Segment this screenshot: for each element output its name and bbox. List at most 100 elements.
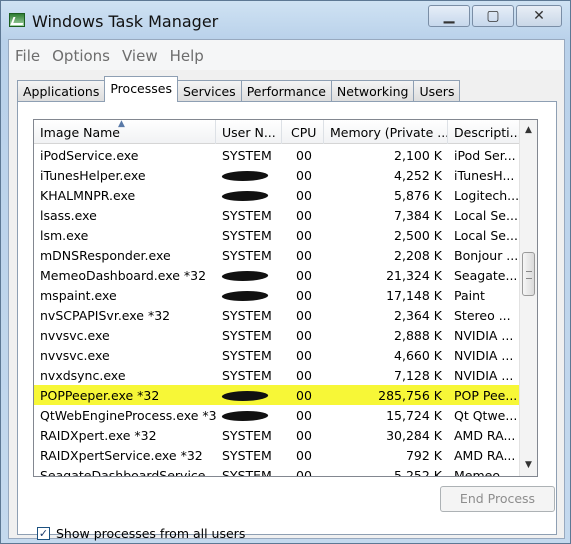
show-all-checkbox[interactable]: ✓ xyxy=(37,527,50,540)
process-description: Local Se... xyxy=(454,207,518,223)
table-row[interactable]: SeagateDashboardService... SYSTEM 00 5,252 … xyxy=(34,465,520,477)
process-memory: 5,876 K xyxy=(394,187,442,203)
process-user xyxy=(216,268,282,283)
process-description: Memeo ... xyxy=(454,467,516,477)
process-cpu: 00 xyxy=(296,367,312,383)
scroll-thumb[interactable] xyxy=(522,252,535,296)
process-cpu: 00 xyxy=(296,327,312,343)
table-row[interactable]: mDNSResponder.exe SYSTEM 00 2,208 K Bonjour … xyxy=(34,245,520,265)
table-row[interactable]: QtWebEngineProcess.exe *32 00 15,724 K Qt Q… xyxy=(34,405,520,425)
redacted-mark xyxy=(219,391,271,401)
process-cpu: 00 xyxy=(296,467,312,477)
process-description: Qt Qtwe... xyxy=(454,407,518,423)
process-cpu: 00 xyxy=(296,187,312,203)
scroll-up-arrow-icon[interactable]: ▲ xyxy=(520,122,537,139)
process-description: POP Pee... xyxy=(454,387,518,403)
maximize-icon: ▢ xyxy=(486,8,500,24)
title-bar[interactable]: Windows Task Manager ▁ ▢ ✕ xyxy=(1,1,570,39)
column-memory[interactable]: Memory (Private ... xyxy=(324,120,448,144)
menu-options[interactable]: Options xyxy=(46,40,116,70)
scroll-down-arrow-icon[interactable]: ▼ xyxy=(520,457,537,474)
column-cpu[interactable]: CPU xyxy=(282,120,324,144)
minimize-button[interactable]: ▁ xyxy=(428,5,470,27)
show-all-processes[interactable]: ✓ Show processes from all users xyxy=(37,526,245,541)
tab-processes[interactable]: Processes xyxy=(104,76,178,102)
redacted-mark xyxy=(219,171,271,181)
redacted-mark xyxy=(219,191,271,201)
process-name: lsm.exe xyxy=(40,227,89,243)
table-row[interactable]: MemeoDashboard.exe *32 00 21,324 K Seagate.… xyxy=(34,265,520,285)
close-button[interactable]: ✕ xyxy=(516,5,562,27)
process-name: POPPeeper.exe *32 xyxy=(40,387,160,403)
table-row[interactable]: iPodService.exe SYSTEM 00 2,100 K iPod Ser..… xyxy=(34,145,520,165)
table-row[interactable]: iTunesHelper.exe 00 4,252 K iTunesH... xyxy=(34,165,520,185)
table-row[interactable]: nvxdsync.exe SYSTEM 00 7,128 K NVIDIA ... xyxy=(34,365,520,385)
process-user xyxy=(216,168,282,183)
table-row[interactable]: nvvsvc.exe SYSTEM 00 2,888 K NVIDIA ... xyxy=(34,325,520,345)
process-cpu: 00 xyxy=(296,147,312,163)
process-cpu: 00 xyxy=(296,447,312,463)
menu-help[interactable]: Help xyxy=(164,40,210,70)
tab-performance[interactable]: Performance xyxy=(240,80,332,102)
tab-networking[interactable]: Networking xyxy=(330,80,415,102)
table-row[interactable]: nvvsvc.exe SYSTEM 00 4,660 K NVIDIA ... xyxy=(34,345,520,365)
process-memory: 17,148 K xyxy=(386,287,442,303)
process-memory: 4,660 K xyxy=(394,347,442,363)
process-cpu: 00 xyxy=(296,267,312,283)
process-memory: 2,100 K xyxy=(394,147,442,163)
process-description: Stereo ... xyxy=(454,307,511,323)
table-row[interactable]: lsass.exe SYSTEM 00 7,384 K Local Se... xyxy=(34,205,520,225)
column-user-name[interactable]: User N... xyxy=(216,120,282,144)
menu-bar: File Options View Help xyxy=(9,40,564,70)
process-memory: 4,252 K xyxy=(394,167,442,183)
process-memory: 2,208 K xyxy=(394,247,442,263)
process-name: MemeoDashboard.exe *32 xyxy=(40,267,207,283)
process-name: nvvsvc.exe xyxy=(40,327,110,343)
table-row[interactable]: KHALMNPR.exe 00 5,876 K Logitech... xyxy=(34,185,520,205)
process-description: Paint xyxy=(454,287,485,303)
end-process-button[interactable]: End Process xyxy=(440,486,555,512)
table-row[interactable]: RAIDXpertService.exe *32 SYSTEM 00 792 K AMD… xyxy=(34,445,520,465)
process-description: NVIDIA ... xyxy=(454,367,514,383)
process-description: Bonjour ... xyxy=(454,247,519,263)
vertical-scrollbar[interactable]: ▲ ▼ xyxy=(519,120,537,476)
process-user: SYSTEM xyxy=(222,207,272,223)
process-user: SYSTEM xyxy=(222,347,272,363)
table-row[interactable]: RAIDXpert.exe *32 SYSTEM 00 30,284 K AMD RA.… xyxy=(34,425,520,445)
process-memory: 7,384 K xyxy=(394,207,442,223)
process-memory: 285,756 K xyxy=(378,387,442,403)
process-cpu: 00 xyxy=(296,247,312,263)
process-user: SYSTEM xyxy=(222,227,272,243)
process-name: mspaint.exe xyxy=(40,287,117,303)
tab-services[interactable]: Services xyxy=(176,80,242,102)
process-user: SYSTEM xyxy=(222,367,272,383)
tab-users[interactable]: Users xyxy=(413,80,461,102)
column-description[interactable]: Descripti... xyxy=(448,120,520,144)
process-user: SYSTEM xyxy=(222,307,272,323)
process-memory: 7,128 K xyxy=(394,367,442,383)
process-name: lsass.exe xyxy=(40,207,97,223)
table-row[interactable]: POPPeeper.exe *32 00 285,756 K POP Pee... xyxy=(34,385,520,405)
column-header: ▲ Image Name User N... CPU Memory (Priva… xyxy=(34,120,520,144)
table-row[interactable]: lsm.exe SYSTEM 00 2,500 K Local Se... xyxy=(34,225,520,245)
process-user: SYSTEM xyxy=(222,467,272,477)
process-user: SYSTEM xyxy=(222,427,272,443)
maximize-button[interactable]: ▢ xyxy=(472,5,514,27)
process-description: AMD RA... xyxy=(454,427,516,443)
process-memory: 2,364 K xyxy=(394,307,442,323)
process-cpu: 00 xyxy=(296,207,312,223)
process-memory: 15,724 K xyxy=(386,407,442,423)
show-all-label: Show processes from all users xyxy=(56,526,246,541)
process-user: SYSTEM xyxy=(222,327,272,343)
process-list[interactable]: ▲ Image Name User N... CPU Memory (Priva… xyxy=(33,119,538,477)
processes-panel: ▲ Image Name User N... CPU Memory (Priva… xyxy=(17,101,557,541)
tab-strip: Applications Processes Services Performa… xyxy=(17,76,461,102)
table-row[interactable]: nvSCPAPISvr.exe *32 SYSTEM 00 2,364 K Stereo… xyxy=(34,305,520,325)
column-image-name[interactable]: ▲ Image Name xyxy=(34,120,216,144)
table-row[interactable]: mspaint.exe 00 17,148 K Paint xyxy=(34,285,520,305)
tab-applications[interactable]: Applications xyxy=(17,80,106,102)
task-manager-window: Windows Task Manager ▁ ▢ ✕ File Options … xyxy=(0,0,571,544)
process-cpu: 00 xyxy=(296,407,312,423)
menu-view[interactable]: View xyxy=(116,40,164,70)
menu-file[interactable]: File xyxy=(9,40,46,70)
